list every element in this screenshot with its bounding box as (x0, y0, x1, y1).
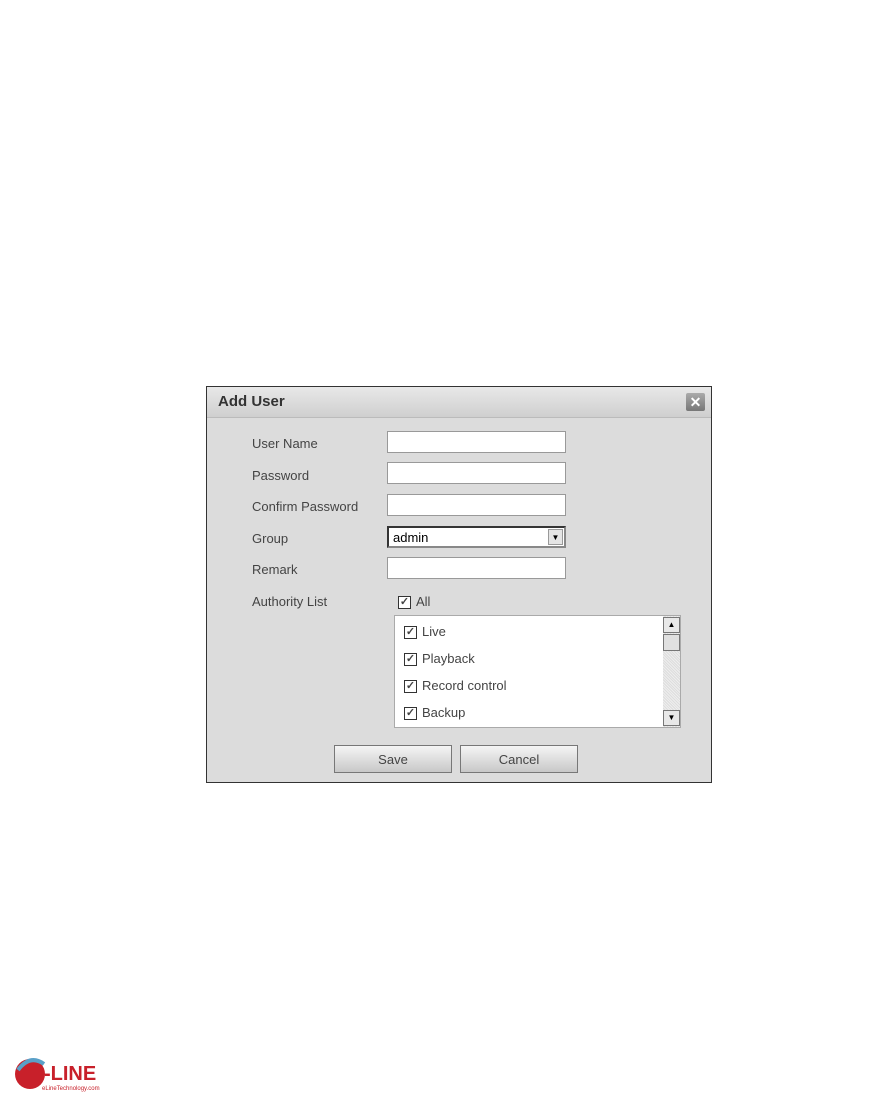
scrollbar[interactable]: ▲ ▼ (663, 616, 680, 727)
authority-list: ✓ Live ✓ Playback ✓ Record control ✓ Backup … (394, 615, 681, 728)
close-icon: ✕ (689, 394, 702, 410)
confirm-password-label: Confirm Password (252, 499, 359, 514)
all-label: All (416, 594, 431, 609)
chevron-down-icon[interactable]: ▼ (548, 529, 563, 545)
eline-logo: -LINE eLineTechnology.com (14, 1050, 104, 1099)
item-label: Backup (422, 705, 466, 720)
dialog-header: Add User ✕ (207, 387, 711, 418)
checkbox-checked-icon[interactable]: ✓ (404, 680, 417, 694)
user-name-input[interactable] (387, 431, 566, 453)
group-select[interactable]: admin ▼ (387, 526, 566, 548)
all-checkbox[interactable]: ✓ All (398, 594, 431, 610)
scroll-down-icon[interactable]: ▼ (663, 710, 680, 726)
list-item[interactable]: ✓ Backup (404, 705, 466, 721)
group-label: Group (252, 531, 289, 546)
svg-text:-LINE: -LINE (44, 1063, 96, 1085)
checkbox-checked-icon[interactable]: ✓ (404, 653, 417, 667)
dialog-title: Add User (218, 393, 285, 410)
close-button[interactable]: ✕ (686, 393, 705, 411)
user-name-label: User Name (252, 436, 318, 451)
save-button[interactable]: Save (334, 745, 452, 773)
item-label: Record control (422, 678, 507, 693)
logo-icon: -LINE eLineTechnology.com (15, 1058, 100, 1092)
group-value: admin (393, 530, 429, 545)
cancel-button[interactable]: Cancel (460, 745, 578, 773)
password-input[interactable] (387, 462, 566, 484)
item-label: Playback (422, 651, 475, 666)
scroll-up-icon[interactable]: ▲ (663, 617, 680, 633)
add-user-dialog: Add User ✕ User Name Password Confirm Pa… (206, 386, 712, 783)
password-label: Password (252, 468, 310, 483)
list-item[interactable]: ✓ Playback (404, 651, 475, 667)
scroll-thumb[interactable] (663, 634, 680, 651)
remark-input[interactable] (387, 557, 566, 579)
checkbox-checked-icon[interactable]: ✓ (398, 596, 411, 610)
checkbox-checked-icon[interactable]: ✓ (404, 707, 417, 721)
svg-text:eLineTechnology.com: eLineTechnology.com (42, 1086, 100, 1092)
remark-label: Remark (252, 562, 298, 577)
checkbox-checked-icon[interactable]: ✓ (404, 626, 417, 640)
list-item[interactable]: ✓ Live (404, 624, 446, 640)
confirm-password-input[interactable] (387, 494, 566, 516)
item-label: Live (422, 624, 446, 639)
list-item[interactable]: ✓ Record control (404, 678, 507, 694)
authority-list-label: Authority List (252, 594, 328, 609)
